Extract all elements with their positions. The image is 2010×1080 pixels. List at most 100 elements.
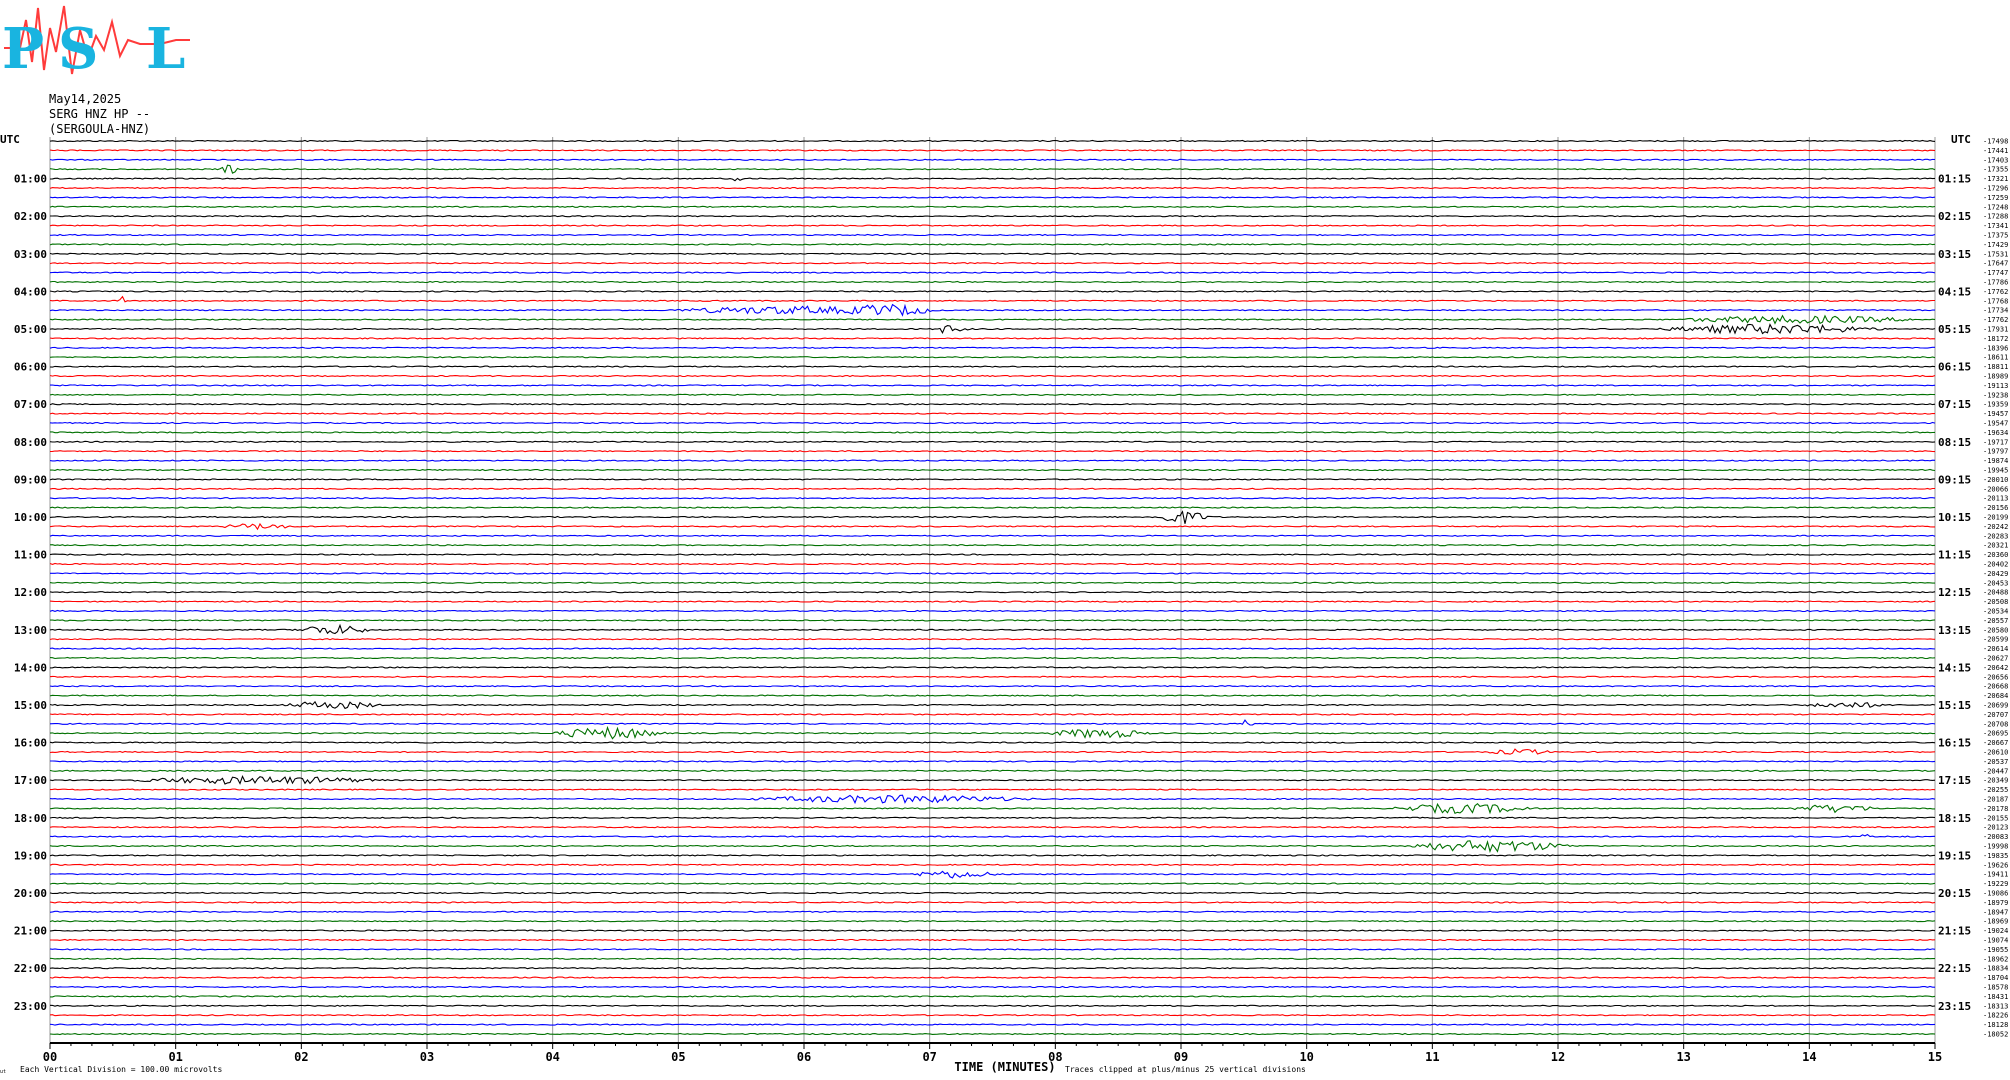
right-hour-label: 07:15 [1938, 398, 1971, 411]
seismic-trace [49, 600, 1936, 603]
trace-offset-label: -20321 [1983, 542, 2008, 550]
trace-offset-label: -20242 [1983, 523, 2008, 531]
seismic-trace [49, 365, 1936, 368]
trace-offset-label: -19238 [1983, 391, 2008, 399]
right-hour-label: 04:15 [1938, 285, 1971, 298]
left-hour-label: 15:00 [14, 699, 47, 712]
right-hour-label: 18:15 [1938, 812, 1971, 825]
trace-offset-label: -19547 [1983, 420, 2008, 428]
seismic-trace [49, 506, 1936, 509]
vertical-division-note: Each Vertical Division = 100.00 microvol… [20, 1065, 222, 1074]
seismic-trace [49, 233, 1936, 237]
trace-offset-label: -19945 [1983, 467, 2008, 475]
seismic-trace [49, 196, 1936, 199]
seismic-trace [49, 393, 1936, 396]
trace-offset-label: -20684 [1983, 692, 2008, 700]
trace-offset-label: -19074 [1983, 937, 2008, 945]
trace-offset-label: -20508 [1983, 598, 2008, 606]
right-hour-label: 05:15 [1938, 323, 1971, 336]
x-tick-label: 09 [1174, 1050, 1188, 1064]
seismic-trace [50, 995, 1936, 998]
trace-offset-label: -17786 [1983, 279, 2008, 287]
trace-offset-label: -18396 [1983, 344, 2008, 352]
right-hour-label: 17:15 [1938, 774, 1971, 787]
left-hour-label: 08:00 [14, 436, 47, 449]
right-hour-label: 10:15 [1938, 511, 1971, 524]
trace-offset-label: -17747 [1983, 269, 2008, 277]
trace-offset-label: -20360 [1983, 551, 2008, 559]
trace-offset-label: -19717 [1983, 438, 2008, 446]
trace-offset-label: -20178 [1983, 805, 2008, 813]
seismic-trace [49, 1014, 1936, 1017]
seismic-trace [49, 1032, 1936, 1036]
seismic-trace [49, 224, 1936, 227]
left-hour-label: 07:00 [14, 398, 47, 411]
helicorder-plot: UTC 01:00 02:00 03:00 04:00 05:00 06:00 07:00 08… [0, 133, 2008, 1075]
trace-offset-label: -20614 [1983, 645, 2008, 653]
seismic-trace [49, 205, 1936, 208]
seismic-trace [49, 177, 1936, 182]
seismic-trace [49, 1004, 1936, 1007]
trace-offset-label: -17734 [1983, 307, 2008, 315]
left-hour-label: 06:00 [14, 361, 47, 374]
seismic-trace [49, 252, 1936, 255]
x-axis-title: TIME (MINUTES) [954, 1060, 1055, 1074]
trace-offset-label: -19024 [1983, 927, 2008, 935]
trace-offset-label: -19359 [1983, 401, 2008, 409]
seismic-trace [49, 374, 1936, 378]
trace-offset-label: -20187 [1983, 796, 2008, 804]
seismic-trace [49, 323, 1936, 335]
trace-offset-label: -18128 [1983, 1021, 2008, 1029]
trace-offset-label: -18052 [1983, 1031, 2008, 1039]
trace-offset-label: -19457 [1983, 410, 2008, 418]
seismic-trace [49, 666, 1936, 669]
right-hour-label: 14:15 [1938, 661, 1971, 674]
trace-offset-label: -17341 [1983, 222, 2008, 230]
trace-offset-label: -17498 [1983, 138, 2008, 146]
footer-left-mark: ut [0, 1069, 6, 1075]
trace-offset-label: -20010 [1983, 476, 2008, 484]
trace-offset-label: -17248 [1983, 203, 2008, 211]
trace-offset-label: -18431 [1983, 993, 2008, 1001]
x-tick-label: 06 [797, 1050, 811, 1064]
seismic-trace [49, 468, 1936, 472]
seismic-trace [49, 478, 1936, 481]
trace-offset-label: -20668 [1983, 683, 2008, 691]
trace-offset-label: -17931 [1983, 326, 2008, 334]
trace-offset-label: -17259 [1983, 194, 2008, 202]
left-hour-label: 20:00 [14, 887, 47, 900]
right-hour-label: 20:15 [1938, 887, 1971, 900]
seismic-trace [49, 725, 1936, 740]
trace-offset-label: -19626 [1983, 861, 2008, 869]
right-hour-label: 03:15 [1938, 248, 1971, 261]
seismic-trace [49, 882, 1936, 885]
seismic-trace [49, 840, 1936, 854]
seismic-trace [49, 976, 1936, 979]
seismic-trace [49, 295, 1935, 303]
trace-offset-label: -20066 [1983, 485, 2008, 493]
trace-offset-label: -20155 [1983, 814, 2008, 822]
seismic-trace [49, 920, 1936, 923]
seismic-trace [49, 290, 1936, 293]
left-hour-label: 11:00 [14, 549, 47, 562]
x-tick-label: 15 [1928, 1050, 1942, 1064]
x-tick-label: 03 [420, 1050, 434, 1064]
seismic-trace [49, 685, 1936, 688]
seismic-trace [49, 139, 1936, 143]
clip-note: Traces clipped at plus/minus 25 vertical… [1065, 1065, 1306, 1074]
trace-offset-label: -20453 [1983, 579, 2008, 587]
seismic-trace [50, 215, 1936, 218]
seismic-trace [49, 675, 1936, 678]
left-hour-label: 05:00 [14, 323, 47, 336]
left-hour-label: 02:00 [14, 210, 47, 223]
seismic-trace [49, 647, 1936, 650]
trace-offset-label: -20402 [1983, 561, 2008, 569]
seismic-trace [49, 450, 1936, 453]
trace-offset-label: -19998 [1983, 843, 2008, 851]
seismic-trace [49, 497, 1936, 500]
seismic-trace [49, 901, 1936, 904]
trace-offset-label: -18979 [1983, 899, 2008, 907]
trace-offset-label: -17403 [1983, 156, 2008, 164]
seismic-trace [49, 748, 1936, 755]
seismic-trace [49, 412, 1936, 415]
